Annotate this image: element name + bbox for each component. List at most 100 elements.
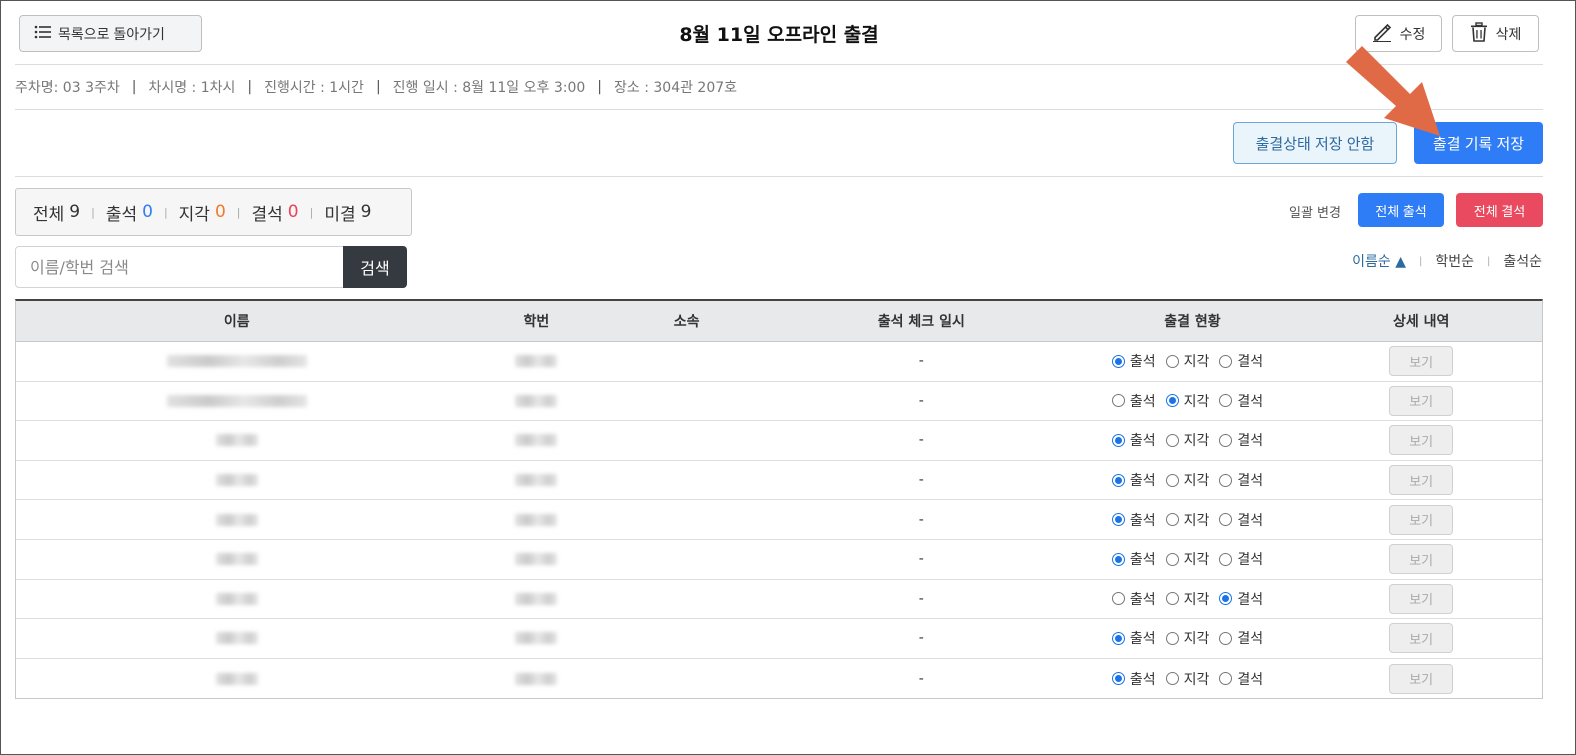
radio-circle[interactable] <box>1219 473 1233 487</box>
status-radio-group: 출석 지각 결석 <box>1111 669 1273 689</box>
sort-by-student-id[interactable]: 학번순 <box>1435 251 1474 271</box>
student-name-redacted <box>16 421 457 460</box>
view-detail-button[interactable]: 보기 <box>1389 663 1454 694</box>
radio-label: 결석 <box>1237 473 1264 490</box>
view-detail-button[interactable]: 보기 <box>1389 346 1454 377</box>
status-radio-present[interactable]: 출석 <box>1111 430 1156 450</box>
status-radio-absent[interactable]: 결석 <box>1219 549 1263 569</box>
mark-all-absent-button[interactable]: 전체 결석 <box>1456 193 1543 227</box>
radio-circle[interactable] <box>1219 631 1233 645</box>
radio-circle[interactable] <box>1219 513 1233 527</box>
status-cell: 출석 지각 결석 <box>1085 500 1301 539</box>
view-detail-button[interactable]: 보기 <box>1389 544 1454 575</box>
status-radio-absent[interactable]: 결석 <box>1219 470 1263 490</box>
status-cell: 출석 지각 결석 <box>1085 659 1301 699</box>
status-radio-late[interactable]: 지각 <box>1165 589 1209 609</box>
status-radio-absent[interactable]: 결석 <box>1219 391 1263 411</box>
view-detail-button[interactable]: 보기 <box>1389 425 1454 456</box>
trash-icon <box>1470 22 1488 45</box>
sort-options: 이름순 ▲ | 학번순 | 출석순 <box>1352 251 1542 271</box>
radio-circle[interactable] <box>1165 513 1179 527</box>
status-radio-late[interactable]: 지각 <box>1165 549 1209 569</box>
radio-circle[interactable] <box>1111 354 1125 368</box>
radio-circle[interactable] <box>1165 592 1179 606</box>
status-radio-absent[interactable]: 결석 <box>1219 669 1263 689</box>
radio-circle[interactable] <box>1219 592 1233 606</box>
check-time-cell: - <box>918 670 924 687</box>
radio-circle[interactable] <box>1219 394 1233 408</box>
status-radio-absent[interactable]: 결석 <box>1219 628 1263 648</box>
student-name-redacted <box>16 461 457 500</box>
radio-circle[interactable] <box>1111 672 1125 686</box>
view-detail-button[interactable]: 보기 <box>1389 504 1454 535</box>
redacted-blur <box>215 632 258 645</box>
info-separator: | <box>247 79 253 95</box>
radio-circle[interactable] <box>1165 473 1179 487</box>
radio-circle[interactable] <box>1111 433 1125 447</box>
radio-circle[interactable] <box>1111 513 1125 527</box>
search-input[interactable] <box>15 246 344 288</box>
radio-circle[interactable] <box>1165 672 1179 686</box>
detail-cell: 보기 <box>1300 659 1542 699</box>
radio-circle[interactable] <box>1219 433 1233 447</box>
status-radio-absent[interactable]: 결석 <box>1219 510 1263 530</box>
view-detail-button[interactable]: 보기 <box>1389 623 1454 654</box>
view-detail-button[interactable]: 보기 <box>1389 385 1454 416</box>
radio-circle[interactable] <box>1219 552 1233 566</box>
status-radio-present[interactable]: 출석 <box>1111 628 1156 648</box>
status-radio-present[interactable]: 출석 <box>1111 510 1156 530</box>
status-radio-absent[interactable]: 결석 <box>1219 589 1263 609</box>
radio-circle[interactable] <box>1165 354 1179 368</box>
radio-circle[interactable] <box>1219 354 1233 368</box>
status-radio-late[interactable]: 지각 <box>1165 351 1209 371</box>
redacted-blur <box>515 474 558 487</box>
sort-by-name[interactable]: 이름순 ▲ <box>1352 251 1406 271</box>
unchecked-count: 9 <box>360 202 372 222</box>
affiliation-cell <box>615 421 758 460</box>
sort-by-attendance[interactable]: 출석순 <box>1503 251 1542 271</box>
detail-cell: 보기 <box>1300 342 1542 381</box>
mark-all-present-button[interactable]: 전체 출석 <box>1358 193 1444 227</box>
status-radio-late[interactable]: 지각 <box>1165 430 1209 450</box>
radio-circle[interactable] <box>1111 473 1125 487</box>
radio-circle[interactable] <box>1165 394 1179 408</box>
radio-circle[interactable] <box>1111 592 1125 606</box>
check-time-cell: - <box>918 590 924 607</box>
detail-cell: 보기 <box>1300 580 1542 619</box>
redacted-blur <box>515 434 558 447</box>
status-radio-late[interactable]: 지각 <box>1165 669 1209 689</box>
radio-label: 출석 <box>1129 671 1156 688</box>
status-radio-present[interactable]: 출석 <box>1111 589 1156 609</box>
status-radio-present[interactable]: 출석 <box>1111 470 1156 490</box>
view-detail-button[interactable]: 보기 <box>1389 465 1454 496</box>
radio-circle[interactable] <box>1219 672 1233 686</box>
delete-button[interactable]: 삭제 <box>1452 15 1539 52</box>
radio-circle[interactable] <box>1111 552 1125 566</box>
status-radio-late[interactable]: 지각 <box>1165 391 1209 411</box>
status-radio-present[interactable]: 출석 <box>1111 669 1156 689</box>
status-radio-present[interactable]: 출석 <box>1111 549 1156 569</box>
check-time-cell: - <box>918 551 924 568</box>
page-title: 8월 11일 오프라인 출결 <box>679 24 879 46</box>
student-id-redacted <box>457 461 615 500</box>
divider <box>15 64 1543 65</box>
affiliation-cell <box>615 461 758 500</box>
view-detail-button[interactable]: 보기 <box>1389 583 1454 614</box>
radio-circle[interactable] <box>1111 394 1125 408</box>
search-button[interactable]: 검색 <box>343 246 407 288</box>
late-label: 지각 <box>178 204 210 225</box>
status-radio-present[interactable]: 출석 <box>1111 391 1156 411</box>
student-id-redacted <box>457 580 615 619</box>
radio-circle[interactable] <box>1111 631 1125 645</box>
status-radio-absent[interactable]: 결석 <box>1219 351 1263 371</box>
status-radio-absent[interactable]: 결석 <box>1219 430 1263 450</box>
status-radio-late[interactable]: 지각 <box>1165 470 1209 490</box>
status-radio-present[interactable]: 출석 <box>1111 351 1156 371</box>
radio-circle[interactable] <box>1165 631 1179 645</box>
detail-cell: 보기 <box>1300 382 1542 421</box>
status-radio-late[interactable]: 지각 <box>1165 510 1209 530</box>
radio-circle[interactable] <box>1165 433 1179 447</box>
status-radio-late[interactable]: 지각 <box>1165 628 1209 648</box>
radio-circle[interactable] <box>1165 552 1179 566</box>
detail-cell: 보기 <box>1300 619 1542 658</box>
